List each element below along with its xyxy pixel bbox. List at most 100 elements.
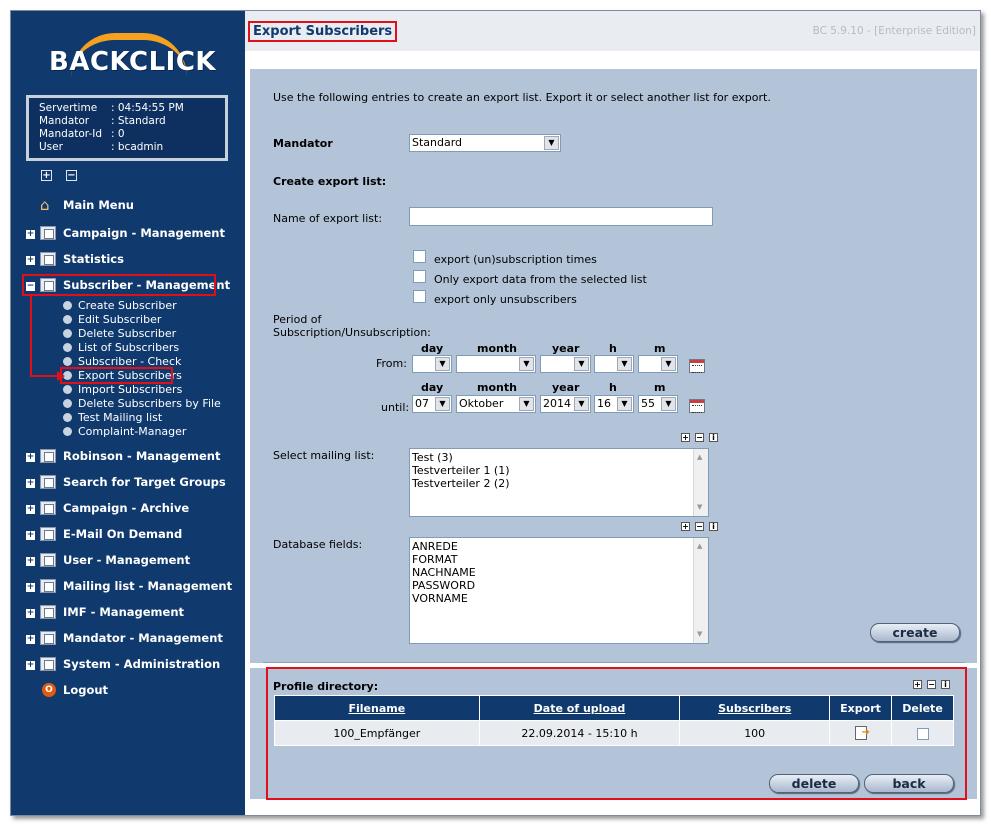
calendar-icon[interactable] bbox=[689, 399, 705, 413]
table-header-row: Filename Date of upload Subscribers Expo… bbox=[274, 695, 954, 721]
version-label: BC 5.9.10 - [Enterprise Edition] bbox=[812, 25, 976, 37]
backclick-logo: BACKCLICK bbox=[49, 33, 216, 85]
chevron-down-icon: ▼ bbox=[661, 357, 676, 371]
until-year-select[interactable]: 2014 ▼ bbox=[540, 395, 591, 413]
checkbox-subscription-times[interactable] bbox=[413, 250, 426, 263]
remove-icon[interactable]: − bbox=[927, 680, 936, 689]
until-hour-select[interactable]: 16 ▼ bbox=[594, 395, 634, 413]
from-month-select[interactable]: ▼ bbox=[456, 355, 536, 373]
nav-imf-management[interactable]: + IMF - Management bbox=[11, 603, 245, 623]
sort-subscribers-link[interactable]: Subscribers bbox=[718, 702, 791, 715]
until-minute-select[interactable]: 55 ▼ bbox=[638, 395, 678, 413]
info-icon[interactable]: i bbox=[941, 680, 950, 689]
db-fields-box[interactable]: ANREDE FORMAT NACHNAME PASSWORD VORNAME … bbox=[409, 537, 709, 644]
scroll-down-icon[interactable]: ▼ bbox=[697, 628, 702, 641]
calendar-icon[interactable] bbox=[689, 359, 705, 373]
nav-mandator-management[interactable]: + Mandator - Management bbox=[11, 629, 245, 649]
export-icon[interactable] bbox=[854, 726, 870, 740]
scrollbar[interactable]: ▲ ▼ bbox=[693, 538, 708, 643]
expand-icon[interactable]: + bbox=[26, 583, 35, 592]
column-header[interactable]: Date of upload bbox=[478, 695, 681, 721]
nav-mailing-list-management[interactable]: + Mailing list - Management bbox=[11, 577, 245, 597]
create-button[interactable]: create bbox=[870, 623, 960, 642]
list-item[interactable]: Test (3) bbox=[412, 451, 708, 464]
delete-button[interactable]: delete bbox=[769, 774, 859, 793]
expand-icon[interactable]: + bbox=[26, 453, 35, 462]
add-icon[interactable]: + bbox=[913, 680, 922, 689]
chevron-down-icon: ▼ bbox=[617, 397, 632, 411]
info-icon[interactable]: i bbox=[709, 522, 718, 531]
subnav-import-subscribers[interactable]: Import Subscribers bbox=[63, 383, 182, 397]
until-day-select[interactable]: 07 ▼ bbox=[412, 395, 452, 413]
nav-statistics[interactable]: + Statistics bbox=[11, 250, 245, 270]
from-hour-select[interactable]: ▼ bbox=[594, 355, 634, 373]
nav-robinson-management[interactable]: + Robinson - Management bbox=[11, 447, 245, 467]
nav-main-menu[interactable]: ⌂ Main Menu bbox=[11, 196, 245, 216]
checkbox-label: export only unsubscribers bbox=[434, 293, 577, 306]
add-icon[interactable]: + bbox=[681, 433, 690, 442]
scroll-up-icon[interactable]: ▲ bbox=[697, 540, 702, 553]
expand-all-button[interactable]: + bbox=[41, 170, 52, 181]
expand-icon[interactable]: + bbox=[26, 609, 35, 618]
sort-filename-link[interactable]: Filename bbox=[348, 702, 405, 715]
subnav-delete-subscriber[interactable]: Delete Subscriber bbox=[63, 327, 176, 341]
delete-checkbox[interactable] bbox=[916, 727, 929, 740]
remove-icon[interactable]: − bbox=[695, 433, 704, 442]
subnav-list-of-subscribers[interactable]: List of Subscribers bbox=[63, 341, 179, 355]
folder-icon bbox=[40, 501, 56, 515]
list-item[interactable]: FORMAT bbox=[412, 553, 708, 566]
column-header[interactable]: Filename bbox=[274, 695, 480, 721]
until-month-select[interactable]: Oktober ▼ bbox=[456, 395, 536, 413]
checkbox-selected-list-only[interactable] bbox=[413, 270, 426, 283]
from-day-select[interactable]: ▼ bbox=[412, 355, 452, 373]
add-icon[interactable]: + bbox=[681, 522, 690, 531]
list-item[interactable]: Testverteiler 2 (2) bbox=[412, 477, 708, 490]
from-minute-select[interactable]: ▼ bbox=[638, 355, 678, 373]
expand-icon[interactable]: + bbox=[26, 557, 35, 566]
back-button[interactable]: back bbox=[864, 774, 954, 793]
mailing-list-box[interactable]: Test (3) Testverteiler 1 (1) Testverteil… bbox=[409, 448, 709, 517]
expand-icon[interactable]: + bbox=[26, 230, 35, 239]
list-item[interactable]: Testverteiler 1 (1) bbox=[412, 464, 708, 477]
checkbox-unsubscribers-only[interactable] bbox=[413, 290, 426, 303]
expand-icon[interactable]: + bbox=[26, 661, 35, 670]
folder-icon bbox=[40, 553, 56, 567]
col-m: m bbox=[654, 342, 666, 355]
column-header[interactable]: Subscribers bbox=[679, 695, 831, 721]
scroll-up-icon[interactable]: ▲ bbox=[697, 451, 702, 464]
expand-icon[interactable]: + bbox=[26, 635, 35, 644]
list-item[interactable]: ANREDE bbox=[412, 540, 708, 553]
info-icon[interactable]: i bbox=[709, 433, 718, 442]
nav-search-target-groups[interactable]: + Search for Target Groups bbox=[11, 473, 245, 493]
list-item[interactable]: NACHNAME bbox=[412, 566, 708, 579]
mailing-list-label: Select mailing list: bbox=[273, 449, 375, 462]
sort-date-link[interactable]: Date of upload bbox=[534, 702, 626, 715]
column-header: Export bbox=[829, 695, 893, 721]
subnav-complaint-manager[interactable]: Complaint-Manager bbox=[63, 425, 186, 439]
remove-icon[interactable]: − bbox=[695, 522, 704, 531]
expand-icon[interactable]: + bbox=[26, 505, 35, 514]
nav-email-on-demand[interactable]: + E-Mail On Demand bbox=[11, 525, 245, 545]
from-year-select[interactable]: ▼ bbox=[540, 355, 591, 373]
subnav-delete-subscribers-by-file[interactable]: Delete Subscribers by File bbox=[63, 397, 221, 411]
subnav-test-mailing-list[interactable]: Test Mailing list bbox=[63, 411, 162, 425]
nav-system-administration[interactable]: + System - Administration bbox=[11, 655, 245, 675]
subnav-edit-subscriber[interactable]: Edit Subscriber bbox=[63, 313, 161, 327]
folder-icon bbox=[40, 226, 56, 240]
collapse-all-button[interactable]: − bbox=[66, 170, 77, 181]
expand-icon[interactable]: + bbox=[26, 479, 35, 488]
nav-user-management[interactable]: + User - Management bbox=[11, 551, 245, 571]
nav-campaign-management[interactable]: + Campaign - Management bbox=[11, 224, 245, 244]
scroll-down-icon[interactable]: ▼ bbox=[697, 501, 702, 514]
mandator-label: Mandator bbox=[273, 137, 333, 150]
export-name-input[interactable] bbox=[409, 207, 713, 226]
nav-logout[interactable]: O Logout bbox=[11, 681, 245, 701]
subnav-create-subscriber[interactable]: Create Subscriber bbox=[63, 299, 177, 313]
mandator-select[interactable]: Standard ▼ bbox=[409, 134, 561, 152]
expand-icon[interactable]: + bbox=[26, 531, 35, 540]
nav-campaign-archive[interactable]: + Campaign - Archive bbox=[11, 499, 245, 519]
scrollbar[interactable]: ▲ ▼ bbox=[693, 449, 708, 516]
list-item[interactable]: VORNAME bbox=[412, 592, 708, 605]
list-item[interactable]: PASSWORD bbox=[412, 579, 708, 592]
expand-icon[interactable]: + bbox=[26, 256, 35, 265]
